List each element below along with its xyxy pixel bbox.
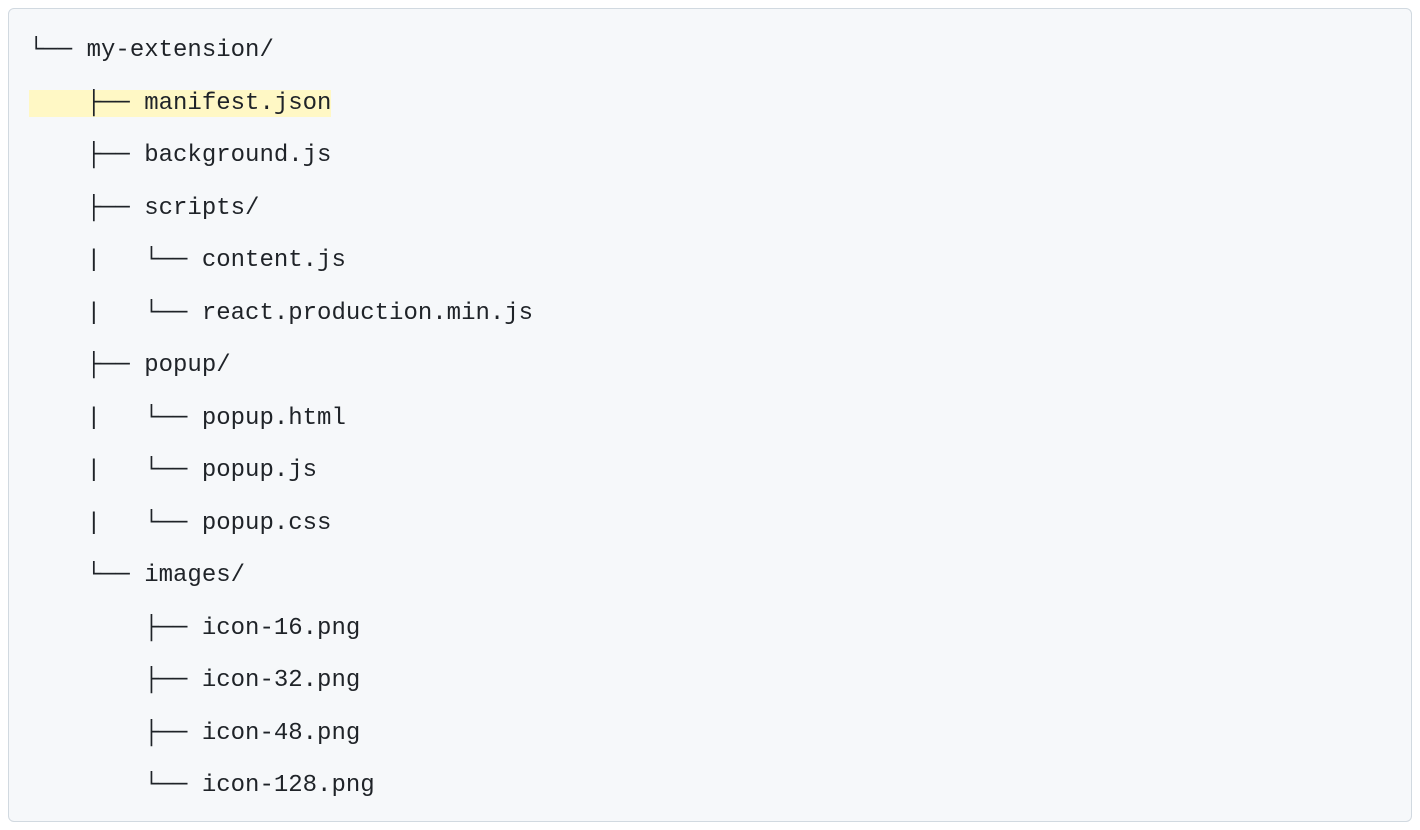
tree-name: popup/ (144, 352, 230, 379)
tree-line: | └── popup.js (29, 445, 1391, 498)
tree-name: popup.css (202, 510, 332, 537)
tree-prefix: | └── (29, 457, 202, 484)
tree-name: icon-128.png (202, 772, 375, 799)
tree-name: images/ (144, 562, 245, 589)
tree-prefix: ├── (29, 195, 144, 222)
tree-line: ├── icon-16.png (29, 603, 1391, 656)
tree-line: ├── popup/ (29, 340, 1391, 393)
directory-tree-block: └── my-extension/ ├── manifest.json ├── … (8, 8, 1412, 822)
tree-name: icon-16.png (202, 615, 360, 642)
tree-prefix: ├── (29, 352, 144, 379)
tree-name: icon-48.png (202, 720, 360, 747)
tree-line: └── icon-128.png (29, 760, 1391, 813)
tree-prefix: | └── (29, 300, 202, 327)
tree-name: my-extension/ (87, 37, 274, 64)
highlighted-segment: ├── manifest.json (29, 90, 331, 117)
tree-prefix: ├── (29, 720, 202, 747)
tree-line: ├── icon-32.png (29, 655, 1391, 708)
tree-name: manifest.json (144, 90, 331, 117)
tree-line: └── images/ (29, 550, 1391, 603)
tree-line: | └── popup.html (29, 393, 1391, 446)
tree-prefix: ├── (29, 667, 202, 694)
tree-name: icon-32.png (202, 667, 360, 694)
tree-prefix: | └── (29, 405, 202, 432)
tree-prefix: ├── (29, 142, 144, 169)
tree-line: ├── background.js (29, 130, 1391, 183)
tree-line: | └── react.production.min.js (29, 288, 1391, 341)
tree-name: content.js (202, 247, 346, 274)
tree-line: ├── scripts/ (29, 183, 1391, 236)
tree-line: | └── popup.css (29, 498, 1391, 551)
tree-prefix: ├── (29, 90, 144, 117)
tree-name: react.production.min.js (202, 300, 533, 327)
tree-prefix: └── (29, 37, 87, 64)
tree-prefix: | └── (29, 247, 202, 274)
tree-line: | └── content.js (29, 235, 1391, 288)
tree-name: scripts/ (144, 195, 259, 222)
tree-name: popup.html (202, 405, 346, 432)
tree-line: └── my-extension/ (29, 25, 1391, 78)
tree-line: ├── icon-48.png (29, 708, 1391, 761)
tree-prefix: └── (29, 562, 144, 589)
tree-name: background.js (144, 142, 331, 169)
tree-prefix: ├── (29, 615, 202, 642)
tree-prefix: └── (29, 772, 202, 799)
tree-line: ├── manifest.json (29, 78, 1391, 131)
tree-name: popup.js (202, 457, 317, 484)
tree-prefix: | └── (29, 510, 202, 537)
